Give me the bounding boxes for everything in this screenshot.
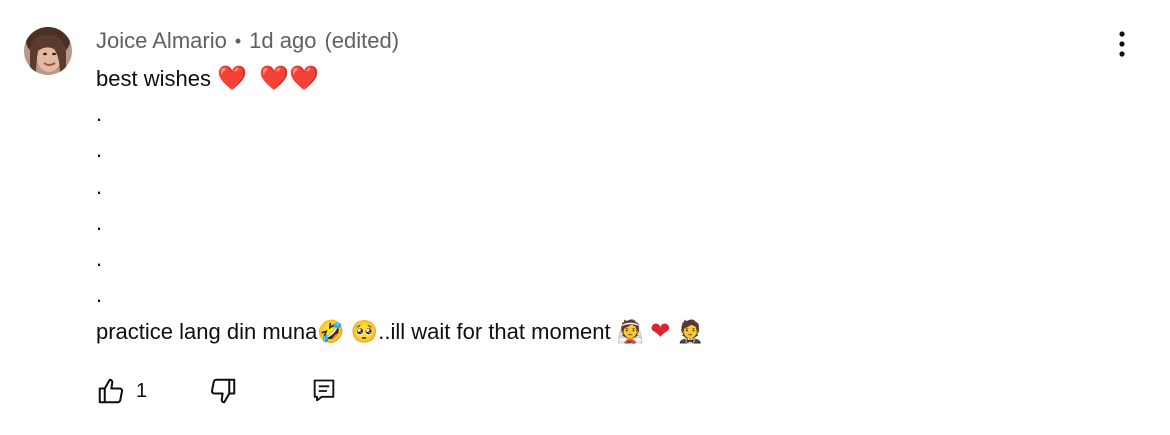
more-actions-button[interactable] bbox=[1106, 26, 1138, 62]
more-vertical-icon bbox=[1119, 31, 1125, 57]
comment-time[interactable]: 1d ago bbox=[249, 28, 316, 54]
comment-header: Joice Almario • 1d ago (edited) bbox=[96, 27, 399, 55]
comment-line-5: . bbox=[96, 209, 103, 235]
heart-emoji: ❤ bbox=[650, 317, 671, 346]
rofl-emoji: 🤣 bbox=[317, 320, 345, 346]
comment-line-6: . bbox=[96, 245, 103, 271]
heart-emoji: ❤️ bbox=[217, 64, 247, 92]
thumbs-up-icon bbox=[98, 378, 124, 404]
comment-thread-item: Joice Almario • 1d ago (edited) best wis… bbox=[0, 0, 1170, 435]
bride-emoji: 👰 bbox=[616, 320, 645, 346]
pleading-emoji: 🥺 bbox=[350, 320, 379, 346]
dislike-button[interactable] bbox=[208, 374, 238, 408]
comment-line-4: . bbox=[96, 173, 103, 199]
author-name[interactable]: Joice Almario bbox=[96, 28, 227, 54]
thumbs-down-icon bbox=[210, 378, 236, 404]
comment-actions: 1 bbox=[96, 374, 496, 408]
comment-body: best wishes ❤️ ❤️❤️ . . . . . . practice… bbox=[96, 60, 1096, 350]
comment-line-1: best wishes ❤️ ❤️❤️ bbox=[96, 64, 319, 92]
reply-button[interactable] bbox=[310, 374, 338, 408]
groom-emoji: 🤵 bbox=[676, 320, 704, 346]
reply-icon bbox=[313, 379, 335, 402]
comment-line-2: . bbox=[96, 101, 103, 127]
meta-separator: • bbox=[234, 30, 242, 51]
avatar[interactable] bbox=[24, 27, 72, 75]
comment-line-3: . bbox=[96, 137, 103, 163]
like-count: 1 bbox=[136, 379, 148, 402]
avatar-image bbox=[24, 27, 72, 75]
like-button[interactable]: 1 bbox=[96, 374, 147, 408]
comment-line-8: practice lang din muna🤣 🥺..ill wait for … bbox=[96, 317, 704, 346]
heart-emoji: ❤️ bbox=[259, 64, 290, 92]
heart-emoji: ❤️ bbox=[289, 64, 319, 92]
edited-label: (edited) bbox=[324, 28, 400, 53]
comment-line-7: . bbox=[96, 282, 103, 308]
